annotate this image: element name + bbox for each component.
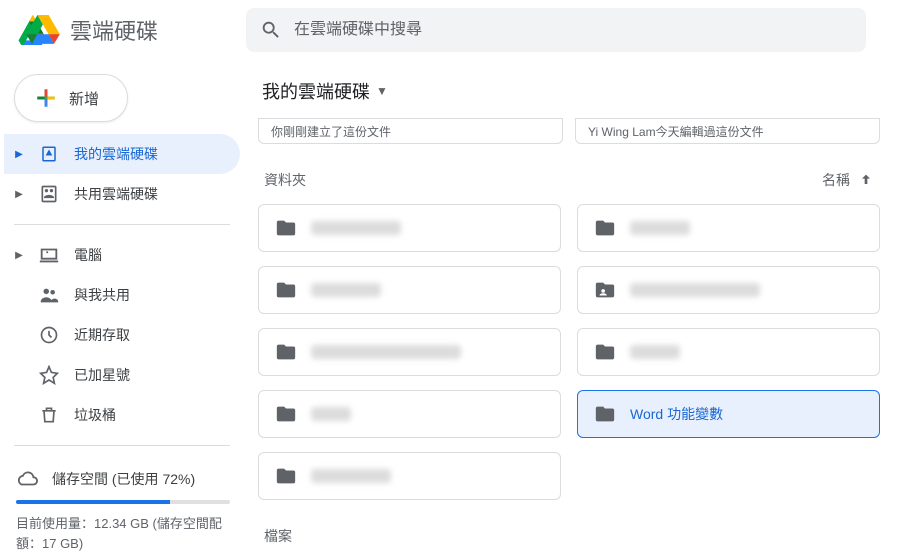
suggestion-card[interactable]: 你剛剛建立了這份文件 (258, 118, 563, 144)
redacted-folder-name (630, 345, 680, 359)
header: 雲端硬碟 (0, 0, 900, 60)
folder-shared-icon (594, 279, 616, 301)
storage-bar (16, 500, 230, 504)
main-content: 我的雲端硬碟 ▼ 你剛剛建立了這份文件 Yi Wing Lam今天編輯過這份文件… (246, 60, 900, 558)
search-icon[interactable] (260, 19, 282, 41)
folder-item[interactable] (258, 266, 561, 314)
breadcrumb[interactable]: 我的雲端硬碟 ▼ (258, 72, 880, 118)
folder-icon (594, 217, 616, 239)
new-button-label: 新增 (69, 88, 99, 109)
plus-icon (33, 85, 59, 111)
sort-button[interactable]: 名稱 (822, 170, 874, 190)
shared-drives-icon (38, 183, 60, 205)
folder-item[interactable] (258, 452, 561, 500)
sidebar-item-starred[interactable]: 已加星號 (4, 355, 240, 395)
app-title: 雲端硬碟 (70, 14, 158, 46)
folder-grid: Word 功能變數 (258, 204, 880, 500)
sidebar-item-my-drive[interactable]: ▶ 我的雲端硬碟 (4, 134, 240, 174)
caret-right-icon: ▶ (14, 250, 24, 261)
folder-item[interactable] (258, 328, 561, 376)
sort-label: 名稱 (822, 170, 850, 190)
chevron-down-icon: ▼ (376, 84, 388, 98)
redacted-folder-name (630, 221, 690, 235)
folder-item[interactable]: Word 功能變數 (577, 390, 880, 438)
suggestion-text: Yi Wing Lam今天編輯過這份文件 (588, 123, 764, 140)
caret-right-icon: ▶ (14, 149, 24, 160)
folder-item[interactable] (577, 266, 880, 314)
storage-fill (16, 500, 170, 504)
sidebar-item-shared-drives[interactable]: ▶ 共用雲端硬碟 (4, 174, 240, 214)
folder-icon (275, 403, 297, 425)
search-input[interactable] (294, 21, 852, 39)
sidebar-item-shared-with-me[interactable]: 與我共用 (4, 275, 240, 315)
sidebar-item-label: 電腦 (74, 245, 102, 265)
sidebar-item-computers[interactable]: ▶ 電腦 (4, 235, 240, 275)
sidebar-item-label: 已加星號 (74, 365, 130, 385)
redacted-folder-name (311, 221, 401, 235)
sidebar: 新增 ▶ 我的雲端硬碟 ▶ 共用雲端硬碟 ▶ 電腦 (0, 60, 246, 558)
folder-icon (275, 279, 297, 301)
sidebar-item-recent[interactable]: 近期存取 (4, 315, 240, 355)
recent-icon (38, 324, 60, 346)
sidebar-item-label: 近期存取 (74, 325, 130, 345)
sidebar-item-label: 共用雲端硬碟 (74, 184, 158, 204)
folders-section-header: 資料夾 名稱 (258, 144, 880, 204)
redacted-folder-name (311, 407, 351, 421)
folder-icon (594, 341, 616, 363)
suggestion-text: 你剛剛建立了這份文件 (271, 123, 391, 140)
star-icon (38, 364, 60, 386)
folder-item[interactable] (577, 328, 880, 376)
folder-icon (275, 341, 297, 363)
folder-name: Word 功能變數 (630, 404, 723, 424)
folder-item[interactable] (577, 204, 880, 252)
logo-area[interactable]: 雲端硬碟 (16, 14, 246, 46)
new-button[interactable]: 新增 (14, 74, 128, 122)
shared-with-me-icon (38, 284, 60, 306)
search-bar[interactable] (246, 8, 866, 52)
my-drive-icon (38, 143, 60, 165)
storage-section[interactable]: 儲存空間 (已使用 72%) 目前使用量：12.34 GB (儲存空間配額：17… (4, 456, 240, 553)
folder-icon (275, 465, 297, 487)
folders-heading: 資料夾 (264, 170, 306, 190)
redacted-folder-name (630, 283, 760, 297)
divider (14, 445, 230, 446)
sidebar-item-trash[interactable]: 垃圾桶 (4, 395, 240, 435)
folder-icon (275, 217, 297, 239)
files-heading: 檔案 (258, 526, 880, 546)
sidebar-item-label: 垃圾桶 (74, 405, 116, 425)
breadcrumb-label: 我的雲端硬碟 (262, 78, 370, 104)
suggestion-card[interactable]: Yi Wing Lam今天編輯過這份文件 (575, 118, 880, 144)
redacted-folder-name (311, 469, 391, 483)
sidebar-item-label: 我的雲端硬碟 (74, 144, 158, 164)
storage-usage-text: 目前使用量：12.34 GB (儲存空間配額：17 GB) (16, 514, 230, 553)
folder-item[interactable] (258, 204, 561, 252)
caret-right-icon: ▶ (14, 189, 24, 200)
sidebar-item-label: 與我共用 (74, 285, 130, 305)
folder-item[interactable] (258, 390, 561, 438)
suggestion-row: 你剛剛建立了這份文件 Yi Wing Lam今天編輯過這份文件 (258, 118, 880, 144)
folder-icon (594, 403, 616, 425)
cloud-icon (16, 468, 38, 490)
drive-logo-icon (26, 15, 60, 45)
redacted-folder-name (311, 345, 461, 359)
arrow-up-icon (858, 172, 874, 188)
divider (14, 224, 230, 225)
redacted-folder-name (311, 283, 381, 297)
computer-icon (38, 244, 60, 266)
storage-label: 儲存空間 (已使用 72%) (52, 469, 195, 489)
trash-icon (38, 404, 60, 426)
